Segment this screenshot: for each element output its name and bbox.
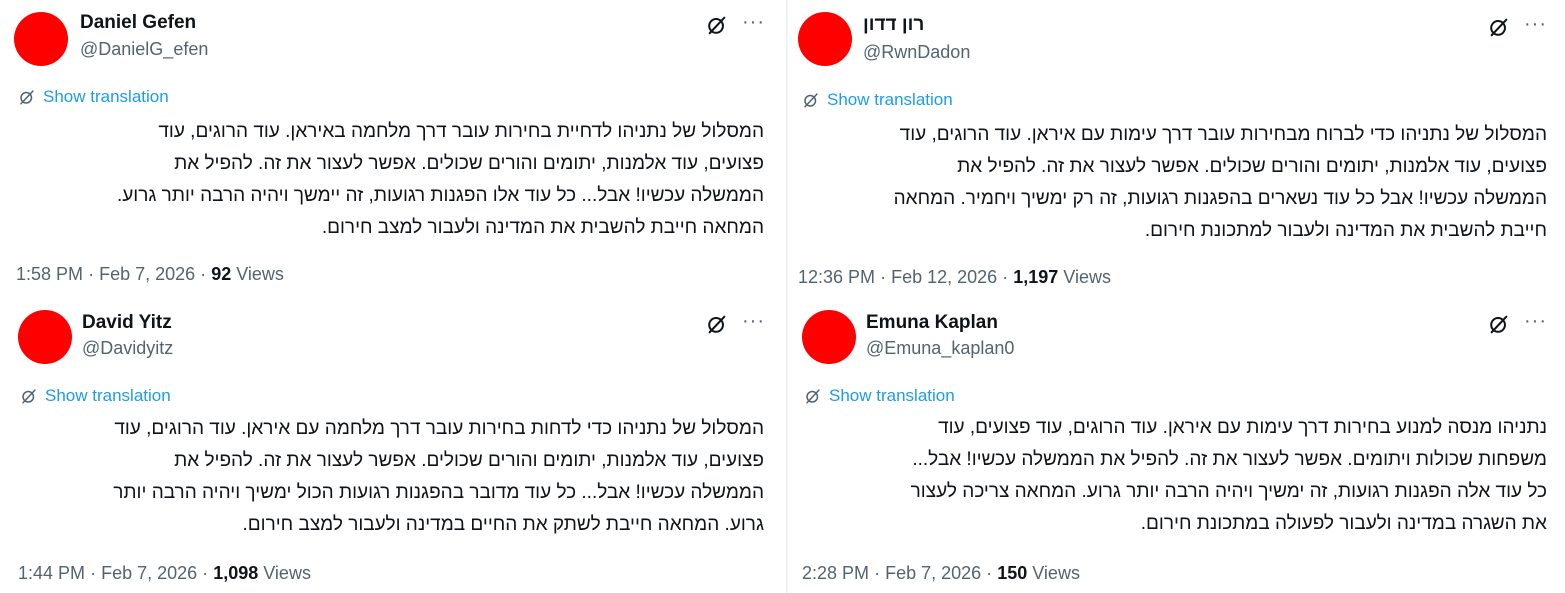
views-count[interactable]: 1,098	[213, 563, 258, 583]
meta-separator: ·	[874, 563, 881, 583]
more-icon[interactable]: ···	[1524, 311, 1547, 331]
grok-icon[interactable]	[706, 14, 728, 36]
tweet-text-line: כל עוד אלה הפגנות רגועות, זה ימשיך ויהיה…	[910, 481, 1547, 502]
show-translation-label: Show translation	[45, 386, 171, 405]
tweet-text: המסלול של נתניהו כדי לדחות בחירות עובר ד…	[113, 413, 764, 541]
tweet-date[interactable]: Feb 12, 2026	[891, 267, 997, 287]
author-handle[interactable]: @Davidyitz	[82, 338, 173, 359]
tweet-card[interactable]: David Yitz @Davidyitz ··· Show translati…	[0, 298, 786, 593]
tweet-card[interactable]: Daniel Gefen @DanielG_efen ··· Show tran…	[0, 0, 786, 298]
tweet-actions-top: ···	[1488, 311, 1547, 335]
tweet-actions-top: ···	[706, 12, 765, 36]
tweet-text-line: גרוע. המחאה חייבת לשתק את החיים במדינה ו…	[242, 514, 764, 535]
show-translation-link[interactable]: Show translation	[802, 90, 953, 110]
tweet-meta: 1:44 PM · Feb 7, 2026 · 1,098 Views	[18, 563, 311, 584]
author-handle[interactable]: @DanielG_efen	[80, 39, 208, 60]
author-name[interactable]: Emuna Kaplan	[866, 312, 998, 334]
avatar[interactable]	[18, 310, 72, 364]
meta-separator: ·	[88, 264, 95, 284]
tweet-text-line: נתניהו מנסה למנוע בחירות דרך עימות עם אי…	[938, 417, 1547, 438]
translate-icon	[804, 93, 818, 108]
tweet-text-line: פצועים, עוד אלמנות, יתומים והורים שכולים…	[174, 153, 764, 174]
tweet-text-line: פצועים, עוד אלמנות, יתומים והורים שכולים…	[957, 156, 1547, 177]
more-icon[interactable]: ···	[742, 311, 765, 331]
tweet-actions-top: ···	[706, 311, 765, 335]
tweet-text-line: המסלול של נתניהו כדי לדחות בחירות עובר ד…	[114, 418, 764, 439]
author-handle[interactable]: @RwnDadon	[863, 42, 970, 63]
more-icon[interactable]: ···	[1524, 14, 1547, 34]
tweet-meta: 12:36 PM · Feb 12, 2026 · 1,197 Views	[798, 267, 1111, 288]
show-translation-label: Show translation	[43, 87, 169, 106]
views-count[interactable]: 92	[211, 264, 231, 284]
tweet-text-line: הממשלה עכשיו! אבל... כל עוד אלו הפגנות ר…	[116, 185, 764, 206]
tweet-text-line: חייבת להשבית את המדינה ולעבור למתכונת חי…	[1144, 220, 1547, 241]
tweet-text-line: הממשלה עכשיו! אבל כל עוד נשארים בהפגנות …	[893, 188, 1547, 209]
views-label: Views	[1032, 563, 1080, 583]
tweet-text-line: המסלול של נתניהו כדי לברוח מבחירות עובר …	[899, 124, 1547, 145]
more-icon[interactable]: ···	[742, 12, 765, 32]
author-name[interactable]: David Yitz	[82, 312, 172, 334]
tweet-time[interactable]: 12:36 PM	[798, 267, 875, 287]
avatar[interactable]	[14, 12, 68, 66]
views-count[interactable]: 1,197	[1013, 267, 1058, 287]
tweet-date[interactable]: Feb 7, 2026	[101, 563, 197, 583]
author-name[interactable]: רון דדון	[863, 14, 924, 36]
tweet-text: נתניהו מנסה למנוע בחירות דרך עימות עם אי…	[911, 412, 1547, 540]
show-translation-label: Show translation	[827, 90, 953, 109]
views-label: Views	[236, 264, 284, 284]
tweet-time[interactable]: 1:58 PM	[16, 264, 83, 284]
tweet-text: המסלול של נתניהו כדי לברוח מבחירות עובר …	[894, 119, 1547, 247]
views-count[interactable]: 150	[997, 563, 1027, 583]
tweet-time[interactable]: 1:44 PM	[18, 563, 85, 583]
avatar[interactable]	[798, 12, 852, 66]
avatar[interactable]	[802, 310, 856, 364]
author-name[interactable]: Daniel Gefen	[80, 12, 196, 34]
tweet-text-line: המסלול של נתניהו לדחיית בחירות עובר דרך …	[158, 121, 764, 142]
meta-separator: ·	[986, 563, 993, 583]
tweet-meta: 2:28 PM · Feb 7, 2026 · 150 Views	[802, 563, 1080, 584]
tweet-card[interactable]: רון דדון @RwnDadon ··· Show translation …	[788, 0, 1565, 298]
translate-icon	[22, 389, 36, 404]
tweet-date[interactable]: Feb 7, 2026	[99, 264, 195, 284]
tweet-grid: Daniel Gefen @DanielG_efen ··· Show tran…	[0, 0, 1565, 593]
show-translation-link[interactable]: Show translation	[20, 386, 171, 406]
tweet-text-line: הממשלה עכשיו! אבל... כל עוד מדובר בהפגנו…	[113, 482, 764, 503]
tweet-date[interactable]: Feb 7, 2026	[885, 563, 981, 583]
translate-icon	[20, 90, 34, 105]
show-translation-label: Show translation	[829, 386, 955, 405]
meta-separator: ·	[202, 563, 209, 583]
show-translation-link[interactable]: Show translation	[804, 386, 955, 406]
tweet-meta: 1:58 PM · Feb 7, 2026 · 92 Views	[16, 264, 284, 285]
meta-separator: ·	[200, 264, 207, 284]
author-handle[interactable]: @Emuna_kaplan0	[866, 338, 1014, 359]
grok-icon[interactable]	[1488, 313, 1510, 335]
meta-separator: ·	[880, 267, 887, 287]
views-label: Views	[1063, 267, 1111, 287]
tweet-time[interactable]: 2:28 PM	[802, 563, 869, 583]
show-translation-link[interactable]: Show translation	[18, 87, 169, 107]
tweet-text-line: פצועים, עוד אלמנות, יתומים והורים שכולים…	[174, 450, 764, 471]
tweet-text-line: המחאה חייבת להשבית את המדינה ולעבור למצב…	[321, 217, 764, 238]
tweet-text: המסלול של נתניהו לדחיית בחירות עובר דרך …	[117, 116, 764, 244]
meta-separator: ·	[90, 563, 97, 583]
tweet-text-line: את השגרה במדינה ולעבור לפעולה במתכונת חי…	[1140, 513, 1547, 534]
tweet-actions-top: ···	[1488, 14, 1547, 38]
tweet-card[interactable]: Emuna Kaplan @Emuna_kaplan0 ··· Show tra…	[788, 298, 1565, 593]
translate-icon	[806, 389, 820, 404]
views-label: Views	[263, 563, 311, 583]
grok-icon[interactable]	[706, 313, 728, 335]
meta-separator: ·	[1002, 267, 1009, 287]
grok-icon[interactable]	[1488, 16, 1510, 38]
tweet-text-line: משפחות שכולות ויתומים. אפשר לעצור את זה.…	[912, 449, 1547, 470]
